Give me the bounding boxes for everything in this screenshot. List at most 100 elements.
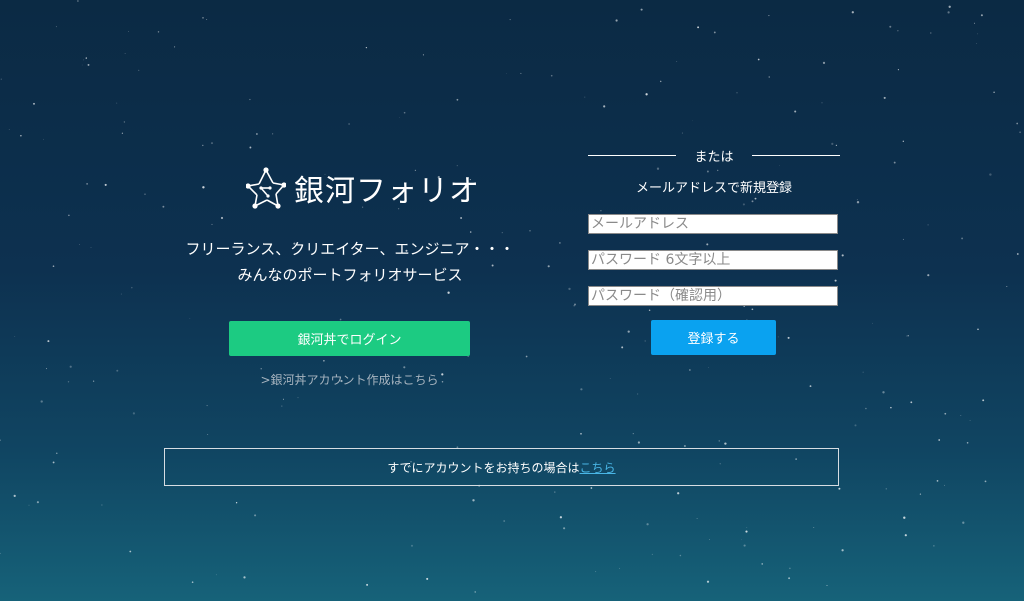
star-dot (709, 539, 710, 541)
star-dot (584, 96, 586, 98)
star-dot (121, 132, 124, 134)
star-dot (43, 138, 45, 140)
star-dot (272, 133, 274, 135)
star-dot (696, 518, 698, 519)
star-dot (821, 102, 823, 104)
star-dot (123, 121, 126, 123)
star-dot (651, 553, 653, 555)
star-dot (768, 76, 770, 78)
star-dot (751, 308, 754, 311)
star-dot (1016, 122, 1019, 125)
star-dot (919, 493, 922, 495)
star-dot (736, 92, 738, 94)
star-dot (980, 14, 983, 17)
password-confirm-input[interactable] (588, 286, 838, 306)
star-dot (501, 232, 503, 234)
star-dot (422, 54, 424, 56)
star-dot (83, 59, 85, 61)
star-dot (903, 516, 906, 519)
star-dot (944, 484, 945, 486)
star-dot (157, 31, 160, 33)
star-dot (563, 527, 566, 530)
star-dot (90, 247, 92, 248)
star-dot (603, 105, 606, 108)
star-dot (243, 576, 246, 579)
divider-line-right (751, 154, 840, 156)
star-dot (961, 237, 964, 240)
star-dot (741, 539, 742, 541)
star-dot (249, 146, 252, 149)
existing-account-login-link[interactable]: こちら (580, 459, 616, 476)
tagline: フリーランス、クリエイター、エンジニア・・・ みんなのポートフォリオサービス (160, 236, 540, 288)
star-dot (559, 516, 563, 519)
star-dot (746, 527, 748, 528)
register-button[interactable]: 登録する (651, 320, 776, 355)
star-dot (77, 0, 79, 2)
star-dot (447, 291, 450, 294)
star-dot (615, 19, 618, 22)
star-dot (281, 405, 283, 407)
star-dot (910, 401, 913, 404)
star-dot (706, 243, 709, 246)
star-dot (927, 224, 929, 226)
star-dot (210, 142, 214, 145)
star-dot (503, 520, 506, 522)
star-dot (902, 140, 904, 142)
star-dot (787, 336, 790, 339)
star-dot (573, 305, 575, 307)
star-dot (930, 32, 932, 34)
star-dot (116, 102, 118, 104)
star-dot (644, 340, 646, 342)
star-dot (254, 514, 257, 517)
star-dot (474, 591, 476, 593)
star-dot (189, 318, 191, 319)
star-dot (893, 161, 896, 164)
star-dot (52, 461, 55, 464)
star-dot (550, 74, 553, 77)
star-dot (13, 494, 16, 498)
star-dot (174, 46, 176, 48)
create-account-link[interactable]: >銀河丼アカウント作成はこちら (229, 371, 470, 388)
existing-account-text: すでにアカウントをお持ちの場合は (387, 460, 580, 475)
star-dot (580, 432, 582, 435)
star-dot (841, 254, 844, 257)
star-dot (742, 203, 745, 206)
star-dot (1006, 285, 1008, 288)
star-dot (637, 441, 641, 444)
star-dot (256, 133, 258, 135)
star-dot (1016, 253, 1019, 255)
star-dot (124, 53, 126, 54)
star-dot (927, 274, 930, 277)
galaxy-login-button[interactable]: 銀河丼でログイン (229, 321, 470, 356)
star-dot (897, 30, 899, 32)
star-dot (46, 368, 47, 370)
star-dot (969, 420, 971, 422)
star-dot (851, 11, 854, 14)
star-dot (52, 265, 55, 268)
star-dot (977, 328, 979, 331)
star-dot (856, 199, 858, 201)
star-dot (202, 186, 205, 189)
star-dot (768, 15, 770, 17)
star-dot (568, 287, 571, 291)
star-dot (426, 577, 429, 580)
starfield-background (0, 0, 1021, 593)
star-dot (872, 322, 873, 324)
star-dot (938, 439, 941, 441)
star-dot (982, 399, 985, 402)
password-input[interactable] (588, 250, 838, 270)
star-dot (640, 8, 643, 11)
star-dot (547, 265, 550, 268)
star-dot (249, 98, 251, 101)
star-dot (0, 439, 1, 441)
star-dot (467, 355, 469, 357)
register-title: メールアドレスで新規登録 (635, 181, 792, 196)
star-dot (689, 369, 691, 371)
email-input[interactable] (588, 214, 838, 234)
star-dot (794, 110, 797, 113)
star-dot (645, 93, 648, 96)
star-dot (191, 581, 194, 584)
star-dot (761, 563, 764, 565)
star-dot (944, 412, 947, 415)
star-dot (962, 521, 965, 524)
